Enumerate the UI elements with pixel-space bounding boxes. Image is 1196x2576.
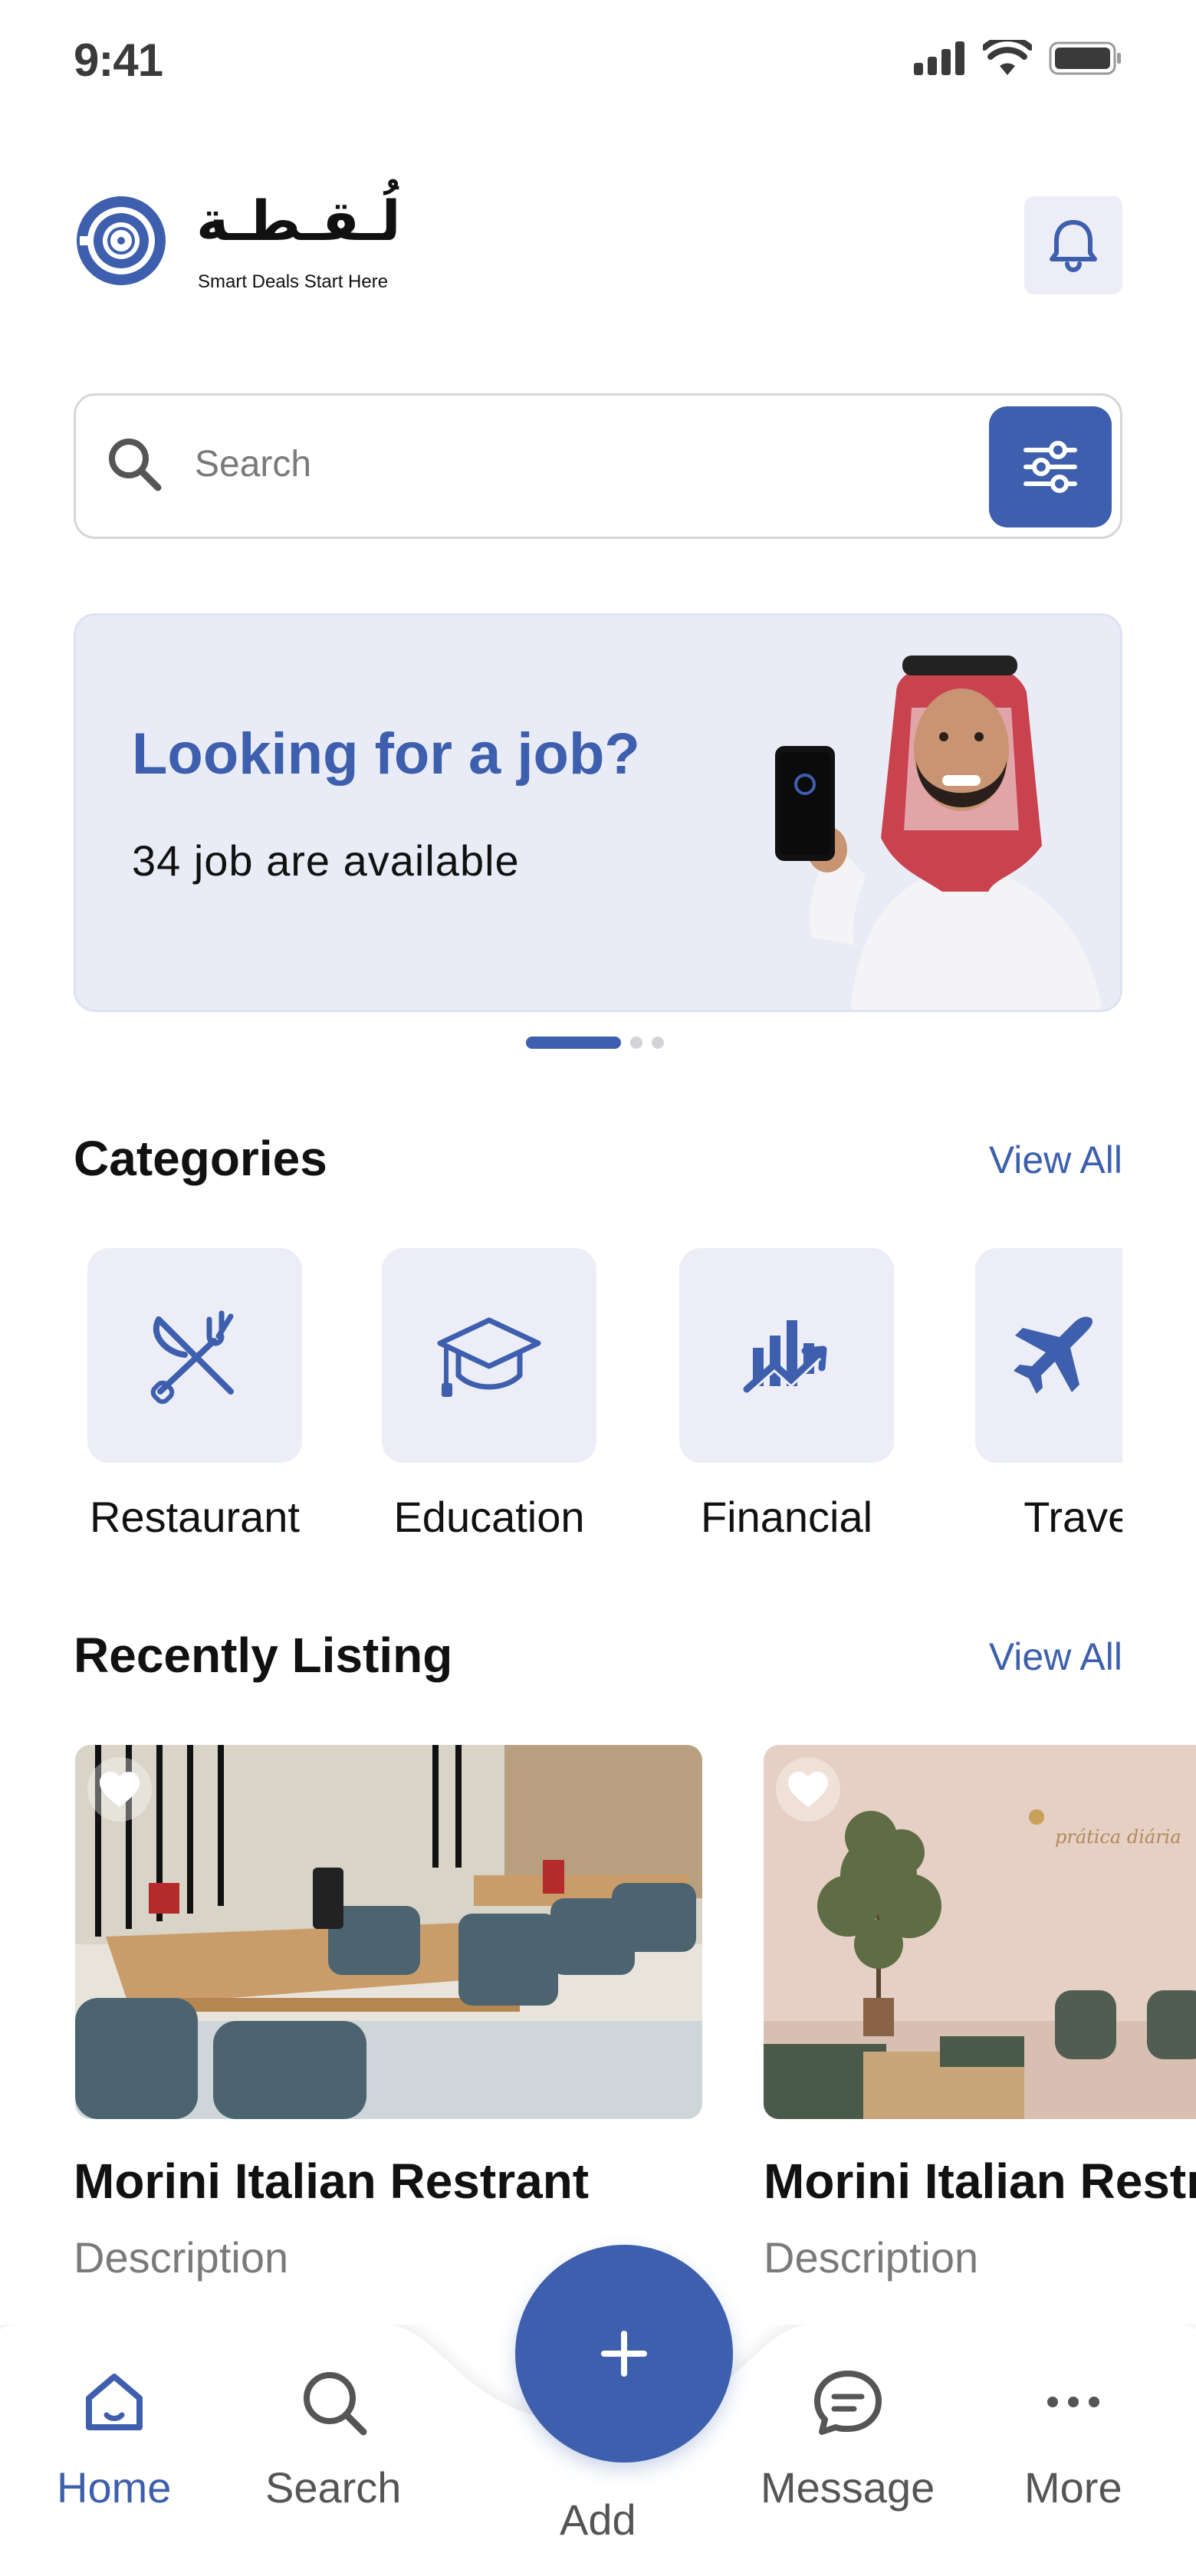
carousel-dot[interactable] xyxy=(652,1037,664,1049)
notifications-button[interactable] xyxy=(1024,196,1122,294)
carousel-dot-active[interactable] xyxy=(526,1037,621,1049)
favorite-button[interactable] xyxy=(87,1757,152,1822)
category-travel[interactable] xyxy=(975,1248,1122,1463)
fork-knife-icon xyxy=(150,1310,234,1405)
banner-person-image xyxy=(775,656,1102,1010)
wall-text: prática diária xyxy=(1055,1826,1181,1848)
heart-icon xyxy=(788,1772,828,1807)
nav-label-search: Search xyxy=(265,2463,402,2512)
categories-title: Categories xyxy=(74,1131,327,1186)
carousel-dot[interactable] xyxy=(630,1037,642,1049)
nav-more[interactable]: More xyxy=(1024,2367,1122,2512)
category-restaurant[interactable] xyxy=(87,1248,302,1463)
airplane-icon xyxy=(1014,1316,1093,1394)
job-banner[interactable] xyxy=(74,613,1122,1012)
battery-icon xyxy=(1049,41,1121,75)
search-icon xyxy=(109,439,162,491)
nav-label-more: More xyxy=(1024,2463,1122,2512)
category-label-financial: Financial xyxy=(700,1493,873,1541)
nav-label-message: Message xyxy=(761,2463,935,2512)
home-icon xyxy=(85,2374,143,2430)
search-input[interactable]: Search xyxy=(195,443,311,485)
bell-icon xyxy=(1050,220,1097,272)
listing-card-title-clip: Morini Italian Restrant xyxy=(764,2153,1196,2229)
message-icon xyxy=(813,2371,882,2435)
heart-icon xyxy=(100,1772,140,1807)
sliders-icon xyxy=(1024,441,1077,493)
more-icon xyxy=(1046,2397,1099,2407)
brand-tagline: Smart Deals Start Here xyxy=(198,271,389,292)
filter-button[interactable] xyxy=(989,406,1112,527)
banner-title: Looking for a job? xyxy=(132,721,640,787)
listing-card-title[interactable]: Morini Italian Restrant xyxy=(764,2153,1196,2210)
restaurant-interior-image xyxy=(75,1745,702,2119)
signal-icon xyxy=(914,41,964,75)
category-label-travel: Travel xyxy=(1024,1493,1122,1541)
recent-listing-title: Recently Listing xyxy=(74,1628,453,1683)
nav-label-add: Add xyxy=(560,2496,636,2544)
nav-message[interactable]: Message xyxy=(761,2367,935,2512)
category-education[interactable] xyxy=(382,1248,596,1463)
category-label-education: Education xyxy=(393,1493,585,1541)
listing-card-image[interactable]: prática diária xyxy=(764,1745,1196,2119)
listing-card-image[interactable] xyxy=(75,1745,702,2119)
favorite-button[interactable] xyxy=(776,1757,840,1822)
add-button[interactable] xyxy=(515,2245,733,2463)
categories-view-all-link[interactable]: View All xyxy=(989,1138,1122,1182)
category-financial[interactable] xyxy=(679,1248,894,1463)
carousel-indicator[interactable] xyxy=(526,1037,664,1049)
brand-logo xyxy=(77,196,166,285)
status-icons xyxy=(914,40,1122,77)
wifi-icon xyxy=(983,40,1032,75)
recent-view-all-link[interactable]: View All xyxy=(989,1635,1122,1679)
graduation-cap-icon xyxy=(437,1317,541,1397)
nav-home[interactable]: Home xyxy=(57,2367,171,2512)
status-time: 9:41 xyxy=(74,34,163,86)
plus-icon xyxy=(601,2331,647,2377)
listing-card-description: Description xyxy=(764,2233,979,2282)
nav-search[interactable]: Search xyxy=(265,2367,401,2512)
banner-subtitle: 34 job are available xyxy=(132,836,520,885)
search-icon xyxy=(303,2372,367,2436)
category-travel-clip: Travel xyxy=(975,1248,1122,1570)
listing-card-title[interactable]: Morini Italian Restrant xyxy=(74,2153,589,2210)
brand-name: لُـقـطـة xyxy=(196,189,401,253)
category-label-restaurant: Restaurant xyxy=(90,1493,300,1541)
listing-card-description: Description xyxy=(74,2233,289,2282)
chart-growth-icon xyxy=(743,1320,827,1397)
nav-label-home: Home xyxy=(57,2463,172,2512)
